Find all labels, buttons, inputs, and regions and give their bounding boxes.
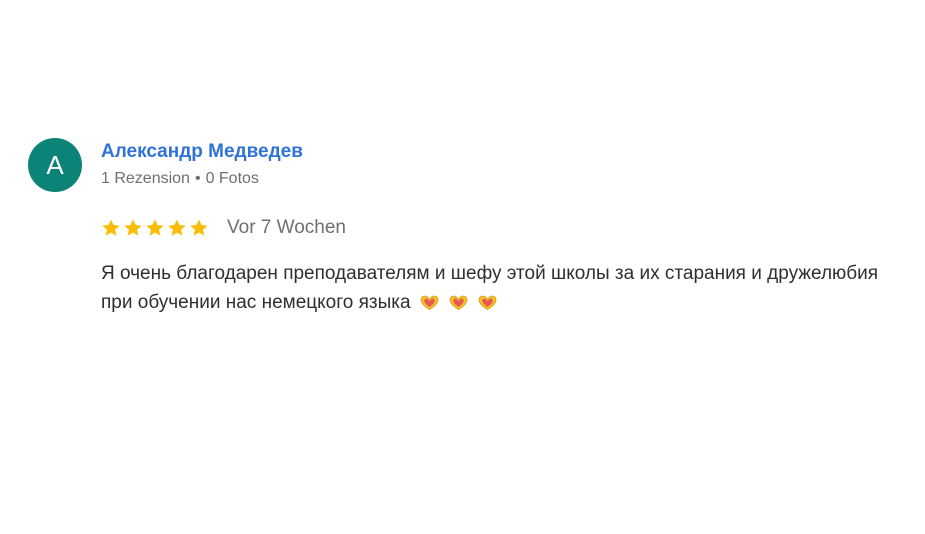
rating-row: Vor 7 Wochen — [101, 214, 346, 242]
star-icon — [124, 219, 142, 236]
review-date: Vor 7 Wochen — [227, 217, 347, 238]
review-card: A Александр Медведев 1 Rezension • 0 Fotos… — [0, 0, 925, 534]
author-meta: 1 Rezension • 0 Fotos — [101, 170, 259, 188]
star-icon — [102, 219, 120, 236]
star-icon — [168, 219, 186, 236]
heart-hands-icon — [420, 295, 438, 311]
meta-separator: • — [194, 170, 201, 187]
star-icon — [190, 219, 208, 236]
photo-count: 0 Fotos — [205, 170, 259, 187]
review-count: 1 Rezension — [101, 170, 190, 187]
emoji-group — [419, 294, 498, 311]
avatar[interactable]: A — [28, 138, 82, 192]
star-icon — [146, 219, 164, 236]
star-rating — [101, 218, 209, 238]
heart-hands-icon — [449, 295, 467, 311]
review-text: Я очень благодарен преподавателям и шефу… — [101, 259, 881, 317]
heart-hands-icon — [478, 295, 496, 311]
author-name-link[interactable]: Александр Медведев — [101, 141, 303, 163]
